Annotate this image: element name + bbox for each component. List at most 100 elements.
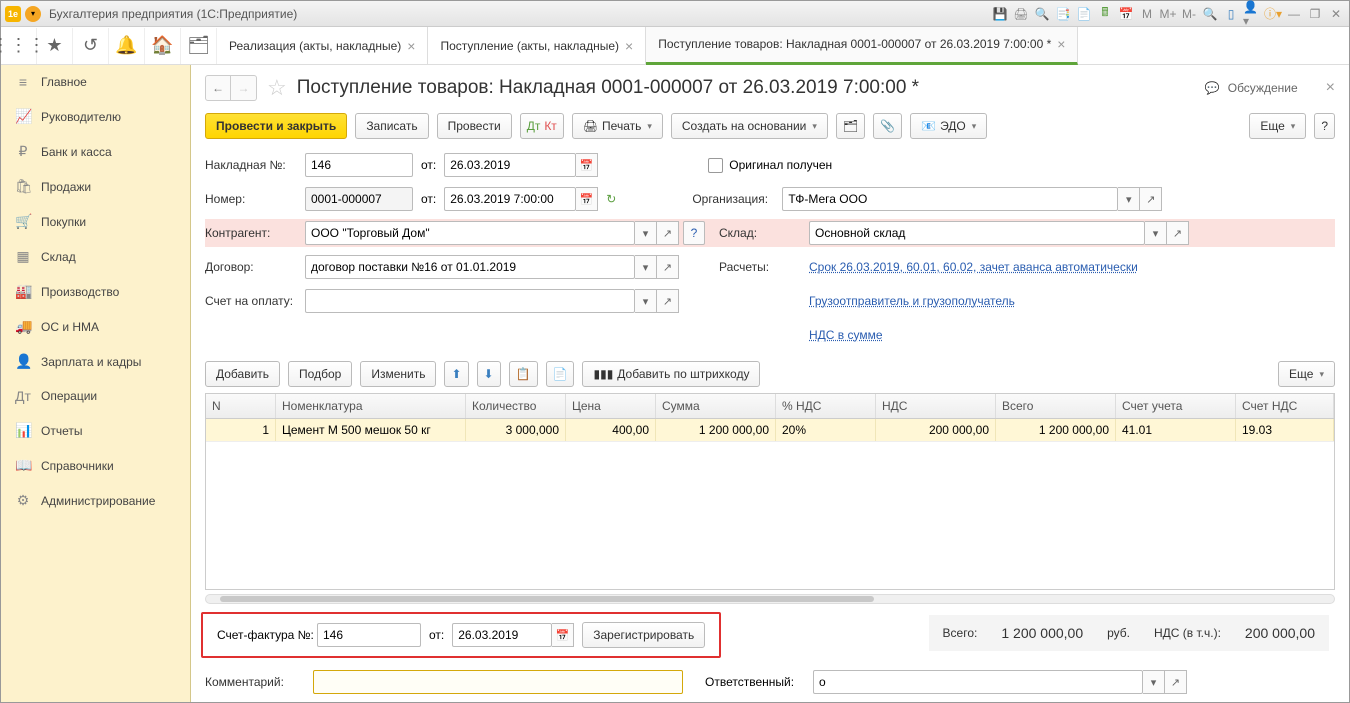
- warehouse-input[interactable]: [809, 221, 1145, 245]
- app-menu-icon[interactable]: ▾: [25, 6, 41, 22]
- vat-link[interactable]: НДС в сумме: [809, 328, 883, 342]
- sidebar-item-assets[interactable]: 🚚ОС и НМА: [1, 309, 190, 344]
- pick-button[interactable]: Подбор: [288, 361, 352, 387]
- discuss-link[interactable]: Обсуждение: [1228, 81, 1298, 95]
- calc-icon[interactable]: 🖩: [1096, 5, 1114, 23]
- pane-icon[interactable]: ▯: [1222, 5, 1240, 23]
- invoice-sf-input[interactable]: [317, 623, 421, 647]
- edo-button[interactable]: 📧 ЭДО: [910, 113, 987, 139]
- more-button[interactable]: Еще: [1249, 113, 1306, 139]
- sidebar-item-purchases[interactable]: 🛒Покупки: [1, 204, 190, 239]
- copy-button[interactable]: 📋: [509, 361, 538, 387]
- forward-button[interactable]: →: [231, 75, 257, 101]
- open-icon[interactable]: ↗: [1167, 221, 1189, 245]
- apps-icon[interactable]: ⋮⋮⋮: [1, 28, 37, 64]
- tab-1[interactable]: Поступление (акты, накладные)×: [428, 27, 646, 65]
- open-icon[interactable]: ↗: [1140, 187, 1162, 211]
- calendar-picker-icon[interactable]: 📅: [576, 153, 598, 177]
- col-total[interactable]: Всего: [996, 394, 1116, 418]
- open-icon[interactable]: ↗: [1165, 670, 1187, 694]
- col-vat[interactable]: НДС: [876, 394, 996, 418]
- sidebar-item-admin[interactable]: ⚙Администрирование: [1, 483, 190, 518]
- m-minus-icon[interactable]: M-: [1180, 5, 1198, 23]
- close-icon[interactable]: ×: [625, 38, 633, 54]
- post-button[interactable]: Провести: [437, 113, 512, 139]
- comment-input[interactable]: [313, 670, 683, 694]
- dropdown-icon[interactable]: ▾: [1145, 221, 1167, 245]
- sidebar-item-operations[interactable]: ДтОперации: [1, 379, 190, 413]
- sidebar-item-warehouse[interactable]: ▦Склад: [1, 239, 190, 274]
- barcode-button[interactable]: ▮▮▮ Добавить по штрихкоду: [582, 361, 760, 387]
- preview-icon[interactable]: 🔍: [1033, 5, 1051, 23]
- close-icon[interactable]: ×: [407, 38, 415, 54]
- dropdown-icon[interactable]: ▾: [1118, 187, 1140, 211]
- back-button[interactable]: ←: [205, 75, 231, 101]
- move-down-button[interactable]: ⬇: [477, 361, 501, 387]
- doc-icon[interactable]: 📄: [1075, 5, 1093, 23]
- bell-icon[interactable]: 🔔: [109, 28, 145, 64]
- history-icon[interactable]: ↺: [73, 28, 109, 64]
- sidebar-item-reports[interactable]: 📊Отчеты: [1, 413, 190, 448]
- sidebar-item-bank[interactable]: ₽Банк и касса: [1, 134, 190, 169]
- related-docs-button[interactable]: 🗂: [836, 113, 865, 139]
- help-button[interactable]: ?: [1314, 113, 1335, 139]
- save-button[interactable]: Записать: [355, 113, 428, 139]
- windows-icon[interactable]: 🗂: [181, 28, 217, 64]
- zoom-icon[interactable]: 🔍: [1201, 5, 1219, 23]
- register-button[interactable]: Зарегистрировать: [582, 622, 705, 648]
- m-plus-icon[interactable]: M+: [1159, 5, 1177, 23]
- table-more-button[interactable]: Еще: [1278, 361, 1335, 387]
- sidebar-item-main[interactable]: ≡Главное: [1, 65, 190, 99]
- col-price[interactable]: Цена: [566, 394, 656, 418]
- tab-0[interactable]: Реализация (акты, накладные)×: [217, 27, 428, 65]
- col-vatpct[interactable]: % НДС: [776, 394, 876, 418]
- col-vatacct[interactable]: Счет НДС: [1236, 394, 1334, 418]
- original-checkbox[interactable]: [708, 158, 723, 173]
- favorite-icon[interactable]: ☆: [267, 75, 287, 101]
- horizontal-scrollbar[interactable]: [205, 594, 1335, 604]
- help-icon[interactable]: ?: [683, 221, 705, 245]
- invoice-no-input[interactable]: [305, 153, 413, 177]
- open-icon[interactable]: ↗: [657, 255, 679, 279]
- move-up-button[interactable]: ⬆: [444, 361, 468, 387]
- number-date-input[interactable]: [444, 187, 576, 211]
- post-close-button[interactable]: Провести и закрыть: [205, 113, 347, 139]
- sidebar-item-sales[interactable]: 🛍Продажи: [1, 169, 190, 204]
- star-nav-icon[interactable]: ★: [37, 28, 73, 64]
- org-input[interactable]: [782, 187, 1118, 211]
- close-window-icon[interactable]: ✕: [1327, 5, 1345, 23]
- dtkt-button[interactable]: ДтКт: [520, 113, 564, 139]
- open-icon[interactable]: ↗: [657, 221, 679, 245]
- calc-link[interactable]: Срок 26.03.2019, 60.01, 60.02, зачет ава…: [809, 260, 1138, 274]
- dropdown-icon[interactable]: ▾: [635, 255, 657, 279]
- print-button[interactable]: 🖨 Печать: [572, 113, 663, 139]
- sidebar-item-refs[interactable]: 📖Справочники: [1, 448, 190, 483]
- table-row[interactable]: 1 Цемент М 500 мешок 50 кг 3 000,000 400…: [206, 419, 1334, 442]
- tab-2[interactable]: Поступление товаров: Накладная 0001-0000…: [646, 27, 1078, 65]
- sidebar-item-manager[interactable]: 📈Руководителю: [1, 99, 190, 134]
- attach-button[interactable]: 📎: [873, 113, 902, 139]
- open-icon[interactable]: ↗: [657, 289, 679, 313]
- sidebar-item-hr[interactable]: 👤Зарплата и кадры: [1, 344, 190, 379]
- col-qty[interactable]: Количество: [466, 394, 566, 418]
- m-icon[interactable]: M: [1138, 5, 1156, 23]
- calendar-picker-icon[interactable]: 📅: [552, 623, 574, 647]
- number-input[interactable]: [305, 187, 413, 211]
- user-icon[interactable]: 👤▾: [1243, 5, 1261, 23]
- calendar-picker-icon[interactable]: 📅: [576, 187, 598, 211]
- calendar-icon[interactable]: 📅: [1117, 5, 1135, 23]
- col-n[interactable]: N: [206, 394, 276, 418]
- dropdown-icon[interactable]: ▾: [635, 289, 657, 313]
- dropdown-icon[interactable]: ▾: [635, 221, 657, 245]
- dropdown-icon[interactable]: ▾: [1143, 670, 1165, 694]
- info-icon[interactable]: ⓘ▾: [1264, 5, 1282, 23]
- shipper-link[interactable]: Грузоотправитель и грузополучатель: [809, 294, 1015, 308]
- paste-button[interactable]: 📄: [546, 361, 575, 387]
- invoice-sf-date[interactable]: [452, 623, 552, 647]
- home-icon[interactable]: 🏠: [145, 28, 181, 64]
- close-icon[interactable]: ×: [1057, 36, 1065, 52]
- create-based-button[interactable]: Создать на основании: [671, 113, 828, 139]
- sidebar-item-production[interactable]: 🏭Производство: [1, 274, 190, 309]
- save-icon[interactable]: 💾: [991, 5, 1009, 23]
- close-doc-icon[interactable]: ×: [1326, 79, 1335, 97]
